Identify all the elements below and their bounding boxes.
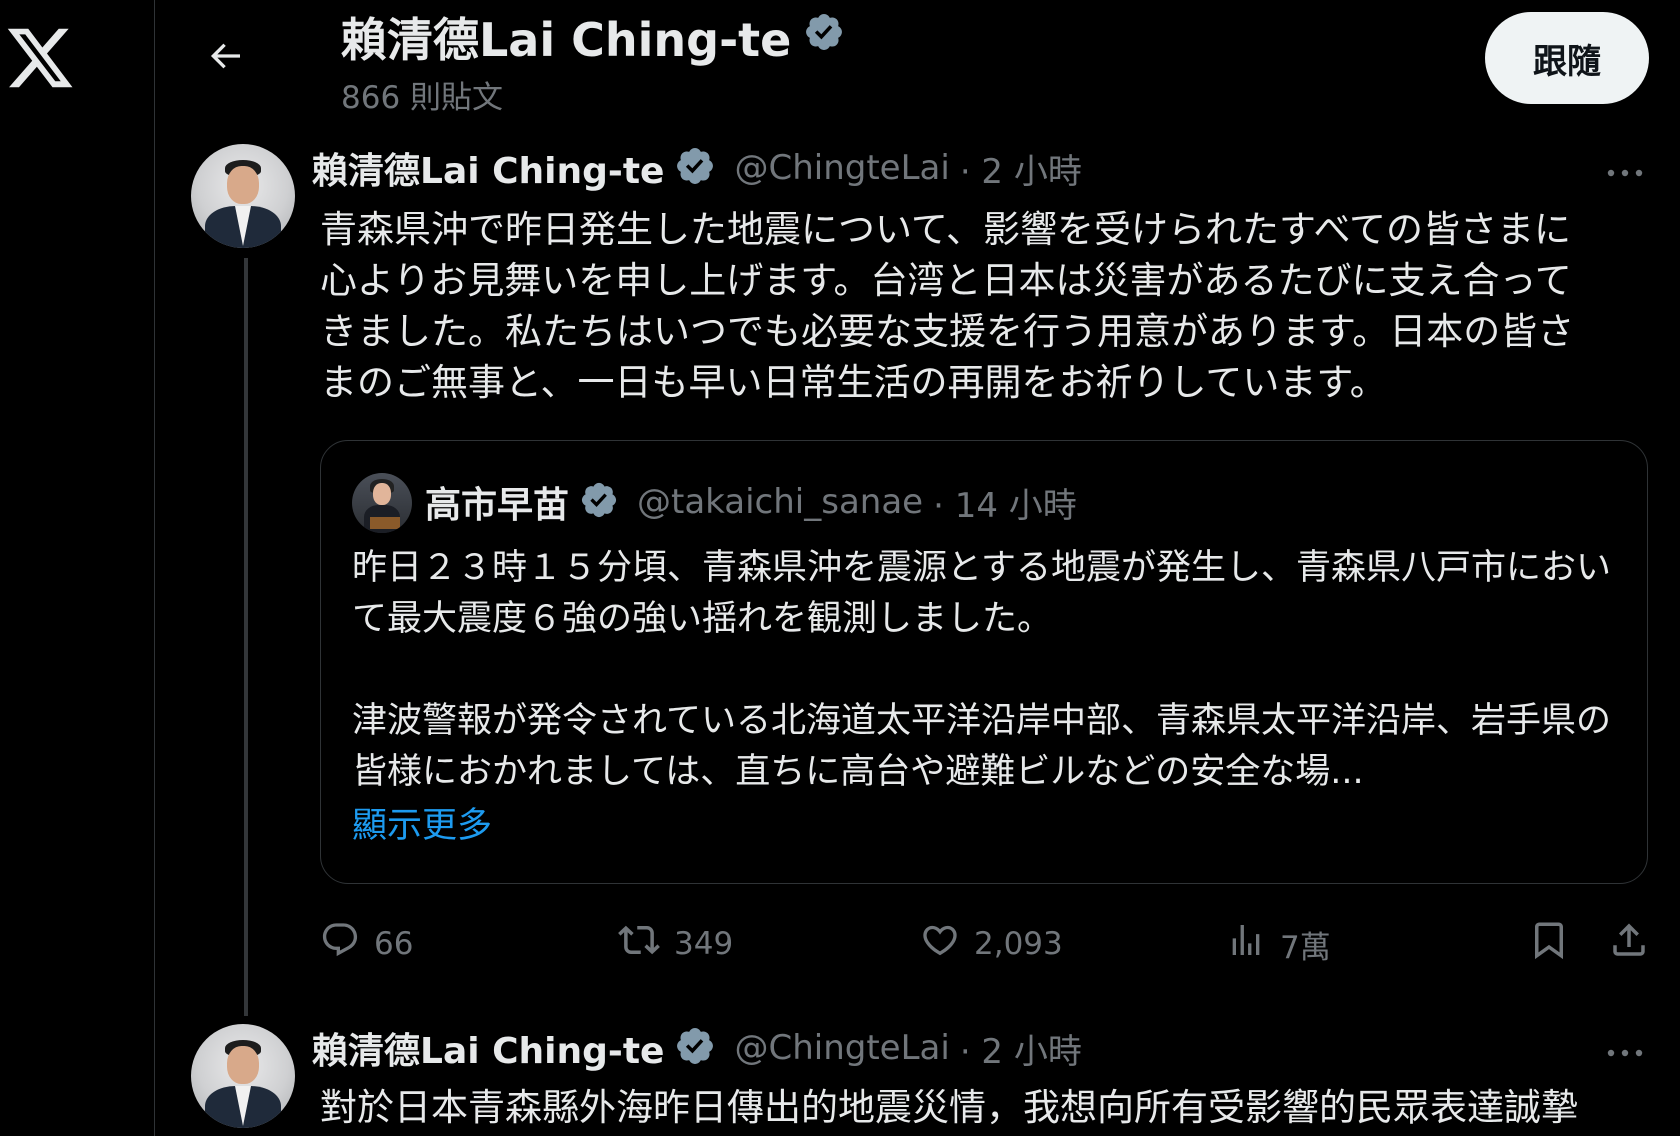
- avatar[interactable]: [191, 144, 295, 248]
- more-icon: [1605, 163, 1645, 182]
- quoted-author-handle[interactable]: @takaichi_sanae: [637, 482, 923, 522]
- tweet-header: 賴清德Lai Ching-te @ChingteLai · 2 小時: [312, 1023, 1082, 1073]
- avatar[interactable]: [191, 1024, 295, 1128]
- quoted-tweet-header: 高市早苗 @takaichi_sanae · 14 小時: [425, 477, 1077, 527]
- more-button[interactable]: [1595, 1032, 1655, 1072]
- tweet-time[interactable]: · 2 小時: [960, 1024, 1082, 1073]
- tweet-header: 賴清德Lai Ching-te @ChingteLai · 2 小時: [312, 143, 1082, 193]
- quoted-tweet-text: 昨日２３時１５分頃、青森県沖を震源とする地震が発生し、青森県八戸市において最大震…: [352, 543, 1622, 798]
- reply-icon: [320, 920, 360, 968]
- author-handle[interactable]: @ChingteLai: [734, 148, 949, 188]
- like-icon: [920, 920, 960, 968]
- verified-badge-icon: [803, 10, 845, 64]
- quoted-avatar[interactable]: [352, 473, 412, 533]
- back-button[interactable]: [195, 28, 255, 88]
- more-icon: [1605, 1043, 1645, 1062]
- tweet-text: 青森県沖で昨日発生した地震について、影響を受けられたすべての皆さまに 心よりお見…: [320, 208, 1575, 404]
- quoted-paragraph: 津波警報が発令されている北海道太平洋沿岸中部、青森県太平洋沿岸、岩手県の皆様にお…: [352, 701, 1611, 792]
- repost-icon: [618, 919, 660, 969]
- verified-badge-icon: [674, 1025, 716, 1071]
- left-nav-rail: [0, 0, 155, 1136]
- share-button[interactable]: [1608, 916, 1650, 972]
- more-button[interactable]: [1595, 152, 1655, 192]
- author-name[interactable]: 賴清德Lai Ching-te: [312, 142, 664, 194]
- thread-connector: [244, 258, 248, 1016]
- views-count: 7萬: [1280, 929, 1331, 966]
- repost-count: 349: [674, 926, 734, 962]
- page-title-row: 賴清德Lai Ching-te: [341, 6, 845, 68]
- tweet-time[interactable]: · 2 小時: [960, 144, 1082, 193]
- reply-button[interactable]: 66: [320, 916, 413, 972]
- author-name[interactable]: 賴清德Lai Ching-te: [312, 1022, 664, 1074]
- quoted-tweet-card[interactable]: 高市早苗 @takaichi_sanae · 14 小時 昨日２３時１５分頃、青…: [320, 440, 1648, 884]
- profile-page: 賴清德Lai Ching-te 866 則貼文 跟隨 賴清德Lai Ching-…: [0, 0, 1680, 1136]
- quoted-author-name[interactable]: 高市早苗: [425, 476, 569, 528]
- page-title: 賴清德Lai Ching-te: [341, 13, 792, 67]
- verified-badge-icon: [579, 480, 619, 524]
- repost-button[interactable]: 349: [618, 916, 733, 972]
- views-icon: [1226, 920, 1266, 968]
- author-handle[interactable]: @ChingteLai: [734, 1028, 949, 1068]
- quoted-paragraph: 昨日２３時１５分頃、青森県沖を震源とする地震が発生し、青森県八戸市において最大震…: [352, 548, 1611, 639]
- like-button[interactable]: 2,093: [920, 916, 1063, 972]
- tweet-text: 對於日本青森縣外海昨日傳出的地震災情，我想向所有受影響的民眾表達誠摯: [320, 1086, 1578, 1129]
- reply-count: 66: [374, 926, 414, 962]
- bookmark-button[interactable]: [1528, 916, 1570, 972]
- back-arrow-icon: [205, 36, 245, 80]
- views-button[interactable]: 7萬: [1226, 916, 1331, 972]
- bookmark-icon: [1528, 919, 1570, 969]
- like-count: 2,093: [974, 926, 1063, 962]
- x-logo-icon[interactable]: [4, 22, 76, 94]
- follow-button[interactable]: 跟隨: [1485, 12, 1649, 104]
- verified-badge-icon: [674, 145, 716, 191]
- show-more-link[interactable]: 顯示更多: [352, 797, 492, 848]
- post-count: 866 則貼文: [341, 80, 504, 116]
- share-icon: [1608, 919, 1650, 969]
- quoted-tweet-time[interactable]: · 14 小時: [933, 478, 1077, 527]
- profile-header: 賴清德Lai Ching-te 866 則貼文 跟隨: [155, 0, 1680, 132]
- tweet-action-bar: 66 349 2,093 7萬: [320, 916, 1660, 972]
